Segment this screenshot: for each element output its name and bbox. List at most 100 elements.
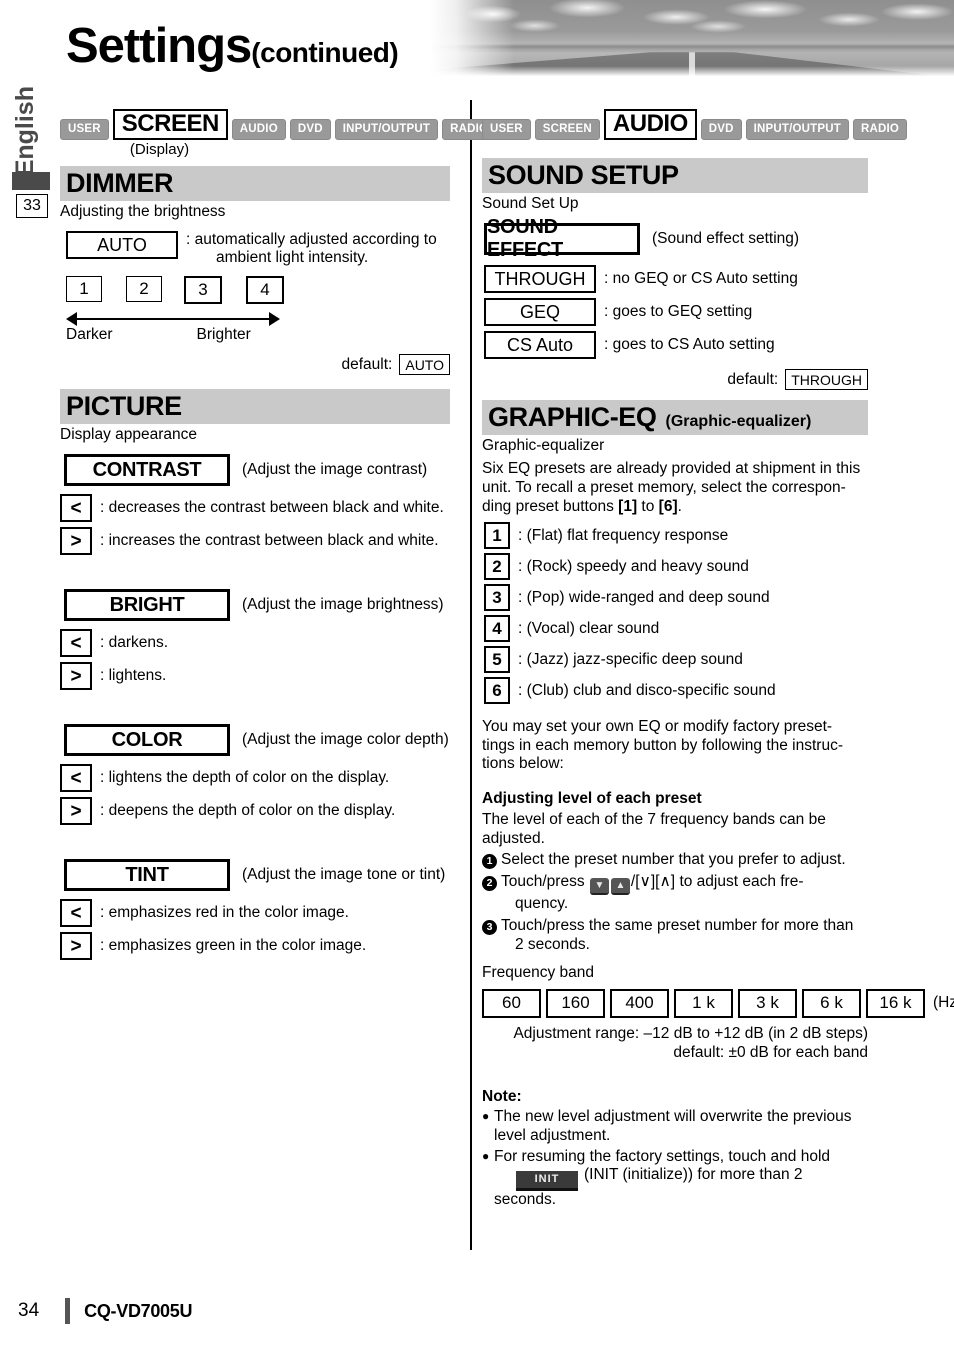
- contrast-increase-row: > : increases the contrast between black…: [60, 527, 450, 556]
- note-2-text: For resuming the factory settings, touch…: [494, 1148, 868, 1210]
- dimmer-default-value: AUTO: [399, 354, 450, 376]
- tab-user[interactable]: USER: [482, 118, 531, 140]
- chevron-right-icon[interactable]: >: [60, 527, 92, 556]
- frequency-band-row: 60 160 400 1 k 3 k 6 k 16 k (Hz): [482, 988, 954, 1018]
- dimmer-auto-row: AUTO : automatically adjusted according …: [60, 231, 450, 267]
- chevron-right-icon[interactable]: >: [60, 932, 92, 961]
- picture-item-color: COLOR (Adjust the image color depth): [60, 724, 450, 757]
- color-deepen-row: > : deepens the depth of color on the di…: [60, 797, 450, 826]
- picture-item-contrast: CONTRAST (Adjust the image contrast): [60, 454, 450, 487]
- step-3-cont: 2 seconds.: [515, 935, 590, 953]
- tab-screen[interactable]: SCREEN: [534, 118, 600, 140]
- graphic-eq-lead: Graphic-equalizer: [482, 437, 605, 455]
- freq-band-1k[interactable]: 1 k: [674, 988, 733, 1018]
- dimmer-auto-button[interactable]: AUTO: [66, 231, 178, 260]
- section-title-graphic-eq: GRAPHIC-EQ: [488, 402, 657, 433]
- adjust-line1: The level of each of the 7 frequency ban…: [482, 811, 826, 829]
- step-number-icon: 1: [482, 854, 497, 870]
- tab-audio[interactable]: AUDIO: [603, 109, 697, 140]
- tab-screen[interactable]: SCREEN: [112, 109, 228, 140]
- sound-effect-button[interactable]: SOUND EFFECT: [484, 216, 640, 261]
- freq-band-60[interactable]: 60: [482, 988, 541, 1018]
- color-button[interactable]: COLOR: [64, 724, 230, 757]
- eq-preset-6-button[interactable]: 6: [484, 677, 510, 705]
- note-item-1: ● The new level adjustment will overwrit…: [482, 1108, 868, 1145]
- tint-green-desc: : emphasizes green in the color image.: [100, 937, 367, 955]
- section-subtitle-graphic-eq: (Graphic-equalizer): [665, 413, 812, 431]
- step-2-cont: quency.: [515, 895, 569, 913]
- header-banner-photo: [430, 0, 954, 78]
- cs-auto-desc: : goes to CS Auto setting: [604, 336, 775, 354]
- chevron-right-icon[interactable]: >: [60, 797, 92, 826]
- color-deepen-desc: : deepens the depth of color on the disp…: [100, 802, 396, 820]
- freq-band-16k[interactable]: 16 k: [866, 988, 925, 1018]
- color-lighten-row: < : lightens the depth of color on the d…: [60, 764, 450, 793]
- freq-band-3k[interactable]: 3 k: [738, 988, 797, 1018]
- range-line1: Adjustment range: –12 dB to +12 dB (in 2…: [513, 1024, 868, 1042]
- contrast-paren: (Adjust the image contrast): [242, 461, 428, 479]
- color-lighten-desc: : lightens the depth of color on the dis…: [100, 769, 390, 787]
- tab-user[interactable]: USER: [60, 118, 109, 140]
- step-1-text: Select the preset number that you prefer…: [501, 851, 846, 869]
- dimmer-scale-darker: Darker: [66, 326, 113, 344]
- chevron-left-icon[interactable]: <: [60, 764, 92, 793]
- graphic-eq-custom-text: You may set your own EQ or modify factor…: [482, 718, 868, 774]
- chevron-left-icon[interactable]: <: [60, 899, 92, 928]
- tab-input-output[interactable]: INPUT/OUTPUT: [334, 118, 439, 140]
- tab-dvd[interactable]: DVD: [700, 118, 742, 140]
- eq-preset-2-button[interactable]: 2: [484, 553, 510, 581]
- dimmer-level-4[interactable]: 4: [246, 276, 284, 305]
- section-header-graphic-eq: GRAPHIC-EQ (Graphic-equalizer): [482, 400, 868, 436]
- cs-auto-button[interactable]: CS Auto: [484, 331, 596, 360]
- tab-input-output[interactable]: INPUT/OUTPUT: [745, 118, 850, 140]
- chevron-right-icon[interactable]: >: [60, 662, 92, 691]
- contrast-button[interactable]: CONTRAST: [64, 454, 230, 487]
- chevron-down-button-icon[interactable]: ▼: [589, 878, 609, 896]
- eq-preset-6: 6 : (Club) club and disco-specific sound: [482, 677, 868, 705]
- freq-band-400[interactable]: 400: [610, 988, 669, 1018]
- geq-button[interactable]: GEQ: [484, 298, 596, 327]
- eq-preset-1-button[interactable]: 1: [484, 522, 510, 550]
- through-button[interactable]: THROUGH: [484, 265, 596, 294]
- graphic-eq-intro-line3-mid: to: [637, 497, 659, 515]
- step-number-icon: 2: [482, 875, 497, 891]
- freq-band-6k[interactable]: 6 k: [802, 988, 861, 1018]
- dimmer-level-1[interactable]: 1: [66, 276, 102, 303]
- step-number-icon: 3: [482, 919, 497, 935]
- dimmer-auto-desc-2: ambient light intensity.: [216, 249, 369, 267]
- note-1-line1: The new level adjustment will overwrite …: [494, 1108, 852, 1126]
- tab-dvd[interactable]: DVD: [289, 118, 331, 140]
- eq-preset-4-button[interactable]: 4: [484, 615, 510, 643]
- tab-radio[interactable]: RADIO: [853, 118, 908, 140]
- chevron-left-icon[interactable]: <: [60, 629, 92, 658]
- bright-button[interactable]: BRIGHT: [64, 589, 230, 622]
- graphic-eq-intro-line3-pre: ding preset buttons: [482, 497, 619, 515]
- eq-preset-3-button[interactable]: 3: [484, 584, 510, 612]
- dimmer-level-3[interactable]: 3: [184, 276, 222, 305]
- page-marker-box: 33: [16, 194, 48, 218]
- chevron-left-icon[interactable]: <: [60, 494, 92, 523]
- eq-preset-4-desc: : (Vocal) clear sound: [518, 619, 660, 637]
- tab-audio[interactable]: AUDIO: [231, 118, 286, 140]
- frequency-unit-label: (Hz): [933, 994, 954, 1012]
- adjust-preset-text: The level of each of the 7 frequency ban…: [482, 811, 868, 848]
- dimmer-level-2[interactable]: 2: [126, 276, 162, 303]
- eq-preset-5-desc: : (Jazz) jazz-specific deep sound: [518, 650, 743, 668]
- eq-preset-2: 2 : (Rock) speedy and heavy sound: [482, 553, 868, 581]
- banner-bottom-fade: [430, 66, 954, 78]
- page-title-main: Settings: [66, 19, 252, 73]
- step-2-pre: Touch/press: [501, 872, 585, 890]
- freq-band-160[interactable]: 160: [546, 988, 605, 1018]
- picture-item-bright: BRIGHT (Adjust the image brightness): [60, 589, 450, 622]
- contrast-decrease-row: < : decreases the contrast between black…: [60, 494, 450, 523]
- section-title-picture: PICTURE: [66, 391, 182, 422]
- bright-lighten-desc: : lightens.: [100, 667, 167, 685]
- note-1-line2: level adjustment.: [494, 1127, 611, 1145]
- chevron-up-button-icon[interactable]: ▲: [610, 878, 630, 896]
- tint-button[interactable]: TINT: [64, 859, 230, 892]
- step-3: 3 Touch/press the same preset number for…: [482, 917, 868, 954]
- bullet-icon: ●: [482, 1109, 490, 1124]
- eq-preset-5-button[interactable]: 5: [484, 646, 510, 674]
- init-button[interactable]: INIT: [516, 1171, 578, 1192]
- note-item-2: ● For resuming the factory settings, tou…: [482, 1148, 868, 1210]
